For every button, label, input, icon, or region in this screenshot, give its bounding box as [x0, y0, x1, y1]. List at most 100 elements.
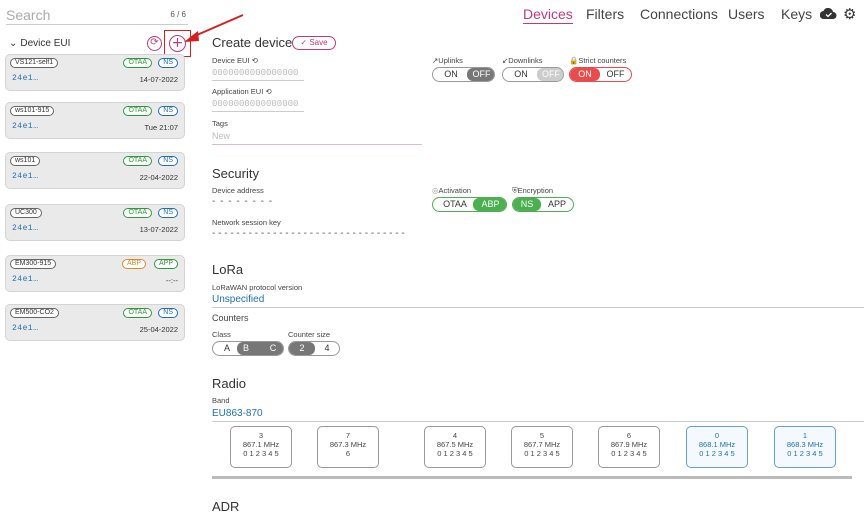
- device-card[interactable]: EM300-915 ABP APP 24e1… --:--: [5, 255, 185, 292]
- save-button[interactable]: ✓ Save: [292, 36, 336, 50]
- tags-input[interactable]: New: [212, 131, 230, 141]
- channel-number: 1: [802, 431, 808, 440]
- channel-card[interactable]: 6 867.9 MHz 0 1 2 3 4 5: [598, 426, 660, 468]
- protocol-version-select[interactable]: Unspecified: [212, 294, 264, 305]
- device-card[interactable]: EM500-CO2 OTAA NS 24e1… 25-04-2022: [5, 304, 185, 341]
- gear-icon[interactable]: ⚙: [843, 5, 856, 23]
- device-address-field[interactable]: - - - - - - - -: [212, 196, 273, 207]
- device-card[interactable]: ws101 OTAA NS 24e1… 22-04-2022: [5, 152, 185, 189]
- counter-size-label: Counter size: [288, 330, 331, 339]
- channel-card[interactable]: 4 867.5 MHz 0 1 2 3 4 5: [424, 426, 486, 468]
- toggle-abp: ABP: [473, 198, 506, 211]
- encryption-badge: NS: [158, 308, 178, 318]
- encryption-toggle[interactable]: NS APP: [512, 197, 574, 212]
- activation-badge: OTAA: [123, 58, 152, 68]
- counter-size-2: 2: [289, 342, 315, 355]
- device-card[interactable]: ws101-915 OTAA NS 24e1… Tue 21:07: [5, 102, 185, 139]
- channel-frequency: 868.3 MHz: [786, 440, 824, 449]
- nav-connections[interactable]: Connections: [640, 6, 718, 22]
- channel-card[interactable]: 5 867.7 MHz 0 1 2 3 4 5: [511, 426, 573, 468]
- device-eui: 24e1…: [12, 275, 39, 284]
- device-name: VS121-self1: [10, 58, 59, 68]
- channel-frequency: 867.1 MHz: [242, 440, 280, 449]
- class-toggle[interactable]: A B C: [212, 341, 284, 356]
- toggle-app: APP: [547, 199, 566, 209]
- app-eui-field[interactable]: 0000000000000000: [212, 99, 298, 109]
- add-device-button[interactable]: +: [169, 35, 186, 52]
- channel-datarates: 0 1 2 3 4 5: [787, 449, 823, 458]
- device-form: Create device ✓ Save Device EUI ⟲ 000000…: [212, 32, 864, 514]
- device-card[interactable]: VS121-self1 OTAA NS 24e1… 14-07-2022: [5, 54, 185, 91]
- device-card[interactable]: UC300 OTAA NS 24e1… 13-07-2022: [5, 204, 185, 241]
- device-eui: 24e1…: [12, 122, 39, 131]
- activation-text: Activation: [438, 186, 472, 195]
- uplinks-toggle[interactable]: ON OFF: [432, 67, 495, 82]
- device-eui-sort[interactable]: ⌄ Device EUI: [9, 38, 70, 49]
- toggle-on: ON: [514, 69, 528, 79]
- nav-devices[interactable]: Devices: [523, 6, 573, 24]
- protocol-version-label: LoRaWAN protocol version: [212, 283, 303, 292]
- divider: [212, 307, 864, 308]
- refresh-button[interactable]: ⟳: [147, 36, 162, 51]
- channel-frequency: 867.9 MHz: [610, 440, 648, 449]
- channel-frequency: 867.3 MHz: [329, 440, 367, 449]
- channel-card[interactable]: 7 867.3 MHz 6: [317, 426, 379, 468]
- device-eui-header: Device EUI: [20, 38, 71, 49]
- search-input[interactable]: Search 6 / 6: [6, 7, 188, 25]
- encryption-badge: NS: [158, 106, 178, 116]
- channel-card[interactable]: 0 868.1 MHz 0 1 2 3 4 5: [686, 426, 748, 468]
- activation-badge: OTAA: [123, 156, 152, 166]
- channel-datarates: 0 1 2 3 4 5: [437, 449, 473, 458]
- channel-number: 6: [626, 431, 632, 440]
- last-seen: 14-07-2022: [139, 75, 178, 84]
- device-eui-label: Device EUI ⟲: [212, 56, 258, 65]
- nav-filters[interactable]: Filters: [586, 6, 624, 22]
- channel-card[interactable]: 1 868.3 MHz 0 1 2 3 4 5: [774, 426, 836, 468]
- encryption-badge: APP: [153, 259, 178, 269]
- tags-underline: [212, 144, 422, 145]
- toggle-on: ON: [570, 68, 600, 81]
- activation-badge: OTAA: [123, 106, 152, 116]
- last-seen: Tue 21:07: [144, 123, 179, 132]
- channel-card[interactable]: 3 867.1 MHz 0 1 2 3 4 5: [230, 426, 292, 468]
- band-select[interactable]: EU863-870: [212, 408, 263, 419]
- security-title: Security: [212, 166, 259, 181]
- encryption-text: Encryption: [517, 186, 554, 195]
- nav-users[interactable]: Users: [728, 6, 765, 22]
- divider: [212, 80, 304, 81]
- activation-badge: OTAA: [123, 308, 152, 318]
- device-name: EM300-915: [10, 259, 57, 269]
- toggle-ns: NS: [513, 198, 541, 211]
- downlinks-toggle[interactable]: ON OFF: [502, 67, 564, 82]
- search-placeholder: Search: [6, 7, 51, 23]
- device-eui: 24e1…: [12, 324, 39, 333]
- activation-toggle[interactable]: OTAA ABP: [432, 197, 507, 212]
- band-label: Band: [212, 396, 230, 405]
- channel-datarates: 6: [345, 449, 351, 458]
- channel-datarates: 0 1 2 3 4 5: [611, 449, 647, 458]
- radio-title: Radio: [212, 376, 246, 391]
- toggle-on: ON: [444, 69, 458, 79]
- toggle-off: OFF: [537, 68, 563, 81]
- counter-size-toggle[interactable]: 2 4: [288, 341, 340, 356]
- network-session-key-field[interactable]: - - - - - - - - - - - - - - - - - - - - …: [212, 228, 405, 239]
- last-seen: 25-04-2022: [139, 325, 178, 334]
- cloud-icon[interactable]: [820, 8, 837, 19]
- last-seen: 13-07-2022: [139, 225, 178, 234]
- strict-counters-toggle[interactable]: ON OFF: [569, 67, 632, 82]
- nav-keys[interactable]: Keys: [781, 6, 812, 22]
- device-sidebar: ⌄ Device EUI ⟳ + VS121-self1 OTAA NS 24e1…: [0, 30, 192, 510]
- last-seen: 22-04-2022: [139, 173, 178, 182]
- uplinks-label: ↗Uplinks: [432, 56, 463, 65]
- encryption-badge: NS: [158, 208, 178, 218]
- toggle-off: OFF: [467, 68, 494, 81]
- adr-title: ADR: [212, 499, 240, 514]
- network-session-key-label: Network session key: [212, 218, 281, 227]
- device-eui: 24e1…: [12, 172, 39, 181]
- channel-scrollbar[interactable]: [212, 476, 852, 479]
- device-eui-field[interactable]: 0000000000000000: [212, 68, 298, 78]
- channel-number: 3: [258, 431, 264, 440]
- device-name: ws101: [10, 156, 41, 166]
- class-label: Class: [212, 330, 231, 339]
- channel-datarates: 0 1 2 3 4 5: [524, 449, 560, 458]
